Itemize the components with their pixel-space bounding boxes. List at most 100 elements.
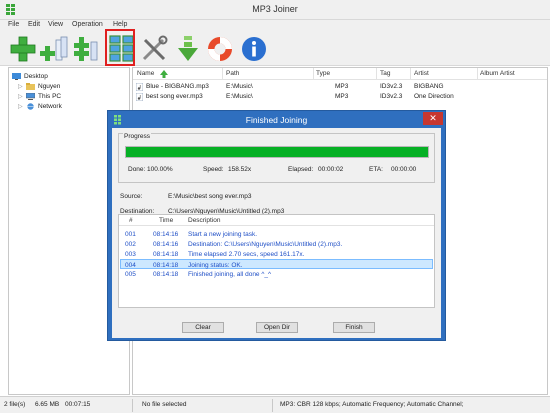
tree-item-desktop[interactable]: Desktop	[12, 71, 48, 81]
speed-label: Speed:	[203, 166, 224, 173]
audio-file-icon	[136, 83, 143, 91]
log-list[interactable]: # Time Description 001 08:14:16 Start a …	[118, 214, 435, 308]
log-row[interactable]: 002 08:14:16 Destination: C:\Users\Nguye…	[120, 239, 433, 249]
elapsed-value: 00:00:02	[318, 166, 344, 173]
log-number: 005	[125, 270, 136, 278]
window-titlebar: MP3 Joiner	[0, 0, 550, 20]
progress-legend: Progress	[123, 133, 152, 140]
dialog-title: Finished Joining	[245, 115, 308, 125]
column-header-album-artist[interactable]: Album Artist	[480, 70, 515, 77]
clear-button[interactable]: Clear	[182, 322, 224, 333]
status-file-count: 2 file(s)	[4, 401, 26, 408]
computer-icon	[26, 92, 35, 100]
file-artist: One Direction	[414, 93, 454, 100]
file-type: MP3	[335, 93, 349, 100]
dialog-titlebar: Finished Joining ✕	[108, 111, 445, 128]
tree-item-label: Desktop	[24, 72, 48, 80]
settings-button[interactable]	[139, 34, 169, 64]
file-path: E:\Music\	[226, 83, 253, 90]
log-header: # Time Description	[119, 215, 434, 226]
tree-item-this-pc[interactable]: ▷ This PC	[18, 91, 61, 101]
menu-edit[interactable]: Edit	[28, 21, 40, 28]
user-folder-icon	[26, 82, 35, 90]
finished-joining-dialog: Finished Joining ✕ Progress Done: 100.00…	[107, 110, 446, 341]
tools-icon	[142, 35, 168, 61]
progress-group: Progress Done: 100.00% Speed: 158.52x El…	[118, 133, 435, 183]
file-list-header: Name Path Type Tag Artist Album Artist	[133, 68, 547, 80]
log-description: Time elapsed 2.70 secs, speed 161.17x.	[188, 250, 305, 258]
speed-value: 158.52x	[228, 166, 252, 173]
source-value: E:\Music\best song ever.mp3	[168, 193, 252, 200]
dialog-close-button[interactable]: ✕	[423, 112, 443, 125]
log-time: 08:14:18	[153, 261, 179, 269]
help-lifebuoy-button[interactable]	[205, 34, 235, 64]
file-name: Blue - BIGBANG.mp3	[146, 83, 209, 90]
status-divider	[272, 399, 273, 412]
expand-arrow-icon[interactable]: ▷	[18, 83, 26, 90]
desktop-folder-icon	[12, 72, 21, 80]
status-total-size: 6.65 MB	[35, 401, 60, 408]
column-header-artist[interactable]: Artist	[414, 70, 429, 77]
add-files-icon	[10, 36, 36, 62]
info-icon	[242, 37, 266, 61]
column-header-name[interactable]: Name	[137, 70, 154, 77]
expand-arrow-icon[interactable]: ▷	[18, 93, 26, 100]
tree-item-nguyen[interactable]: ▷ Nguyen	[18, 81, 60, 91]
log-column-number[interactable]: #	[129, 217, 133, 224]
log-description: Destination: C:\Users\Nguyen\Music\Untit…	[188, 240, 343, 248]
status-bar: 2 file(s) 6.65 MB 00:07:15 No file selec…	[0, 396, 550, 413]
download-arrow-icon	[178, 36, 198, 61]
progress-bar-fill	[126, 147, 428, 157]
add-folder-icon	[40, 36, 68, 61]
file-tag: ID3v2.3	[380, 93, 403, 100]
sort-up-arrow-icon[interactable]	[160, 70, 168, 78]
log-description: Joining status: OK.	[188, 261, 243, 269]
menu-view[interactable]: View	[48, 21, 63, 28]
column-separator	[477, 68, 478, 80]
file-type: MP3	[335, 83, 349, 90]
log-row-selected[interactable]: 004 08:14:18 Joining status: OK.	[120, 259, 433, 269]
column-header-path[interactable]: Path	[226, 70, 239, 77]
about-button[interactable]	[239, 34, 269, 64]
log-column-description[interactable]: Description	[188, 217, 221, 224]
column-header-type[interactable]: Type	[316, 70, 330, 77]
tree-item-label: Nguyen	[38, 82, 61, 90]
eta-value: 00:00:00	[391, 166, 417, 173]
log-time: 08:14:16	[153, 240, 179, 248]
download-button[interactable]	[173, 34, 203, 64]
file-path: E:\Music\	[226, 93, 253, 100]
progress-bar	[125, 146, 429, 158]
menu-bar: File Edit View Operation Help	[0, 20, 550, 32]
file-name: best song ever.mp3	[146, 93, 203, 100]
menu-operation[interactable]: Operation	[72, 21, 103, 28]
dialog-body: Progress Done: 100.00% Speed: 158.52x El…	[112, 128, 441, 338]
file-row[interactable]: best song ever.mp3 E:\Music\ MP3 ID3v2.3…	[133, 92, 547, 101]
expand-arrow-icon[interactable]: ▷	[18, 103, 26, 110]
finish-button[interactable]: Finish	[333, 322, 375, 333]
open-dir-button[interactable]: Open Dir	[256, 322, 298, 333]
column-separator	[313, 68, 314, 80]
menu-file[interactable]: File	[8, 21, 19, 28]
log-column-time[interactable]: Time	[159, 217, 173, 224]
window-title: MP3 Joiner	[252, 4, 298, 14]
file-artist: BIGBANG	[414, 83, 444, 90]
column-header-tag[interactable]: Tag	[380, 70, 390, 77]
add-files-button[interactable]	[8, 34, 38, 64]
menu-help[interactable]: Help	[113, 21, 127, 28]
log-row[interactable]: 005 08:14:18 Finished joining, all done …	[120, 269, 433, 279]
tree-item-label: This PC	[38, 92, 62, 100]
file-row[interactable]: Blue - BIGBANG.mp3 E:\Music\ MP3 ID3v2.3…	[133, 82, 547, 91]
move-button[interactable]	[72, 34, 102, 64]
column-separator	[410, 68, 411, 80]
log-number: 003	[125, 250, 136, 258]
log-row[interactable]: 003 08:14:18 Time elapsed 2.70 secs, spe…	[120, 249, 433, 259]
add-folder-button[interactable]	[39, 34, 69, 64]
source-label: Source:	[120, 193, 143, 200]
move-icon	[74, 37, 98, 61]
log-row[interactable]: 001 08:14:16 Start a new joining task.	[120, 229, 433, 239]
status-format: MP3: CBR 128 kbps; Automatic Frequency; …	[280, 401, 464, 408]
tree-item-network[interactable]: ▷ Network	[18, 101, 62, 111]
column-separator	[222, 68, 223, 80]
log-time: 08:14:16	[153, 230, 179, 238]
status-selection: No file selected	[142, 401, 187, 408]
